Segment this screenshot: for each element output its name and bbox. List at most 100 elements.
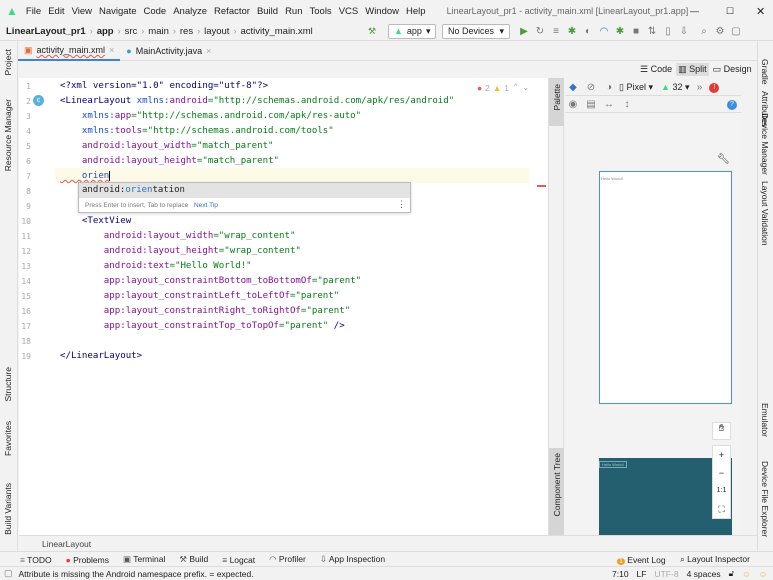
tool-device-file-explorer[interactable]: Device File Explorer [760,461,770,537]
completion-item[interactable]: android:orientation [79,183,410,198]
menu-refactor[interactable]: Refactor [214,6,250,17]
design-view-button[interactable]: ▭ Design [713,64,752,75]
tab-main-activity-java[interactable]: ● MainActivity.java × [120,42,217,61]
vertical-resize-icon[interactable]: ↕ [621,99,633,110]
view-options-eye-icon[interactable]: ◉ [567,99,579,110]
error-stripe-marker[interactable] [537,185,546,187]
tool-resource-manager[interactable]: Resource Manager [3,99,13,171]
menu-window[interactable]: Window [365,6,399,17]
zoom-to-fit-button[interactable]: ⛶ [713,500,730,518]
indent-setting[interactable]: 4 spaces [687,569,721,579]
sdk-manager-icon[interactable]: ⇩ [678,26,690,37]
theme-icon[interactable]: ◑ [603,82,615,93]
api-select[interactable]: ▲ 32 ▾ [661,82,689,93]
code-line[interactable]: android:layout_height="wrap_content" [60,244,301,259]
status-toggle-icon[interactable]: ▢ [4,568,13,579]
hello-world-blueprint[interactable]: Hello World! [599,461,627,468]
error-indicator-icon[interactable]: ! [709,82,720,93]
next-tip-link[interactable]: Next Tip [194,202,218,209]
coverage-icon[interactable]: ◐ [582,26,594,37]
code-line[interactable]: app:layout_constraintRight_toRightOf="pa… [60,304,350,319]
menu-view[interactable]: View [72,6,92,17]
layout-inspector-button[interactable]: ⌕ Layout Inspector [680,554,750,565]
code-line[interactable]: xmlns:tools="http://schemas.android.com/… [60,124,334,139]
code-line[interactable]: xmlns:app="http://schemas.android.com/ap… [60,109,361,124]
code-line[interactable]: <?xml version="1.0" encoding="utf-8"?> [60,79,268,94]
menu-analyze[interactable]: Analyze [173,6,207,17]
layers-icon[interactable]: ◆ [567,82,579,93]
hello-world-preview[interactable]: Hello World! [600,175,624,182]
help-icon[interactable]: ? [727,99,737,110]
breadcrumb-linearlayout[interactable]: LinearLayout [42,539,91,549]
component-tree-tab[interactable]: Component Tree [552,453,562,516]
menu-run[interactable]: Run [285,6,302,17]
wrench-icon[interactable]: 🔧︎ [717,154,730,165]
zoom-out-button[interactable]: − [713,464,730,482]
breadcrumb-item[interactable]: app [97,26,114,37]
account-icon[interactable]: ▢ [730,26,742,37]
tool-gradle[interactable]: Gradle [760,59,770,85]
code-editor[interactable]: 1 2 3 4 5 6 7 8 9 10 11 12 13 14 15 16 17 18 19 <?xml vers… [19,78,548,535]
tool-logcat[interactable]: ≡ Logcat [222,555,255,565]
tool-problems[interactable]: ● Problems [66,555,109,565]
search-icon[interactable]: ⌕ [698,26,710,37]
blueprint-icon[interactable]: ▤ [585,99,597,110]
run-icon[interactable]: ▶ [518,26,530,37]
tool-emulator[interactable]: Emulator [760,403,770,437]
sync-gradle-icon[interactable]: ⇅ [646,26,658,37]
previous-highlight-icon[interactable]: ⌃ [512,82,519,93]
memory-smile-icon[interactable]: ☺ [759,569,768,579]
menu-file[interactable]: File [26,6,41,17]
breadcrumb-item[interactable]: src [125,26,138,37]
code-line[interactable]: android:layout_width="match_parent" [60,139,274,154]
build-hammer-icon[interactable]: ⚒ [368,26,376,37]
menu-code[interactable]: Code [144,6,167,17]
attach-debugger-icon[interactable]: ✱ [614,26,626,37]
tab-activity-main-xml[interactable]: ▣ activity_main.xml × [18,42,121,61]
tool-app-inspection[interactable]: ⇩ App Inspection [320,554,385,565]
line-separator[interactable]: LF [637,569,647,579]
class-gutter-icon[interactable]: c [33,95,44,106]
menu-edit[interactable]: Edit [48,6,64,17]
tool-profiler[interactable]: ◠ Profiler [269,554,306,565]
settings-gear-icon[interactable]: ⚙ [714,26,726,37]
code-line[interactable]: android:layout_height="match_parent" [60,154,279,169]
event-log-button[interactable]: 1 Event Log [617,555,666,565]
breadcrumb-item[interactable]: activity_main.xml [240,26,312,37]
debug-icon[interactable]: ✱ [566,26,578,37]
menu-help[interactable]: Help [406,6,426,17]
code-line[interactable]: <TextView [60,214,131,229]
close-tab-icon[interactable]: × [109,45,114,55]
tool-favorites[interactable]: Favorites [3,421,13,456]
apply-code-changes-icon[interactable]: ≡ [550,26,562,37]
tool-build[interactable]: ⚒ Build [179,554,208,565]
horizontal-resize-icon[interactable]: ↔ [603,99,615,110]
breadcrumb-item[interactable]: res [180,26,193,37]
breadcrumb-item[interactable]: main [148,26,169,37]
tool-device-manager[interactable]: Device Manager [760,113,770,175]
pan-hand-button[interactable]: ✋︎ [712,422,731,440]
close-button[interactable]: ✕ [756,5,765,18]
menu-build[interactable]: Build [257,6,278,17]
code-line[interactable]: </LinearLayout> [60,349,142,364]
stop-icon[interactable]: ■ [630,26,642,37]
split-view-button[interactable]: ▥ Split [676,63,709,76]
tool-todo[interactable]: ≡ TODO [20,555,52,565]
code-line[interactable]: app:layout_constraintBottom_toBottomOf="… [60,274,361,289]
device-manager-icon[interactable]: ▯ [662,26,674,37]
minimize-button[interactable]: — [690,6,699,16]
tool-build-variants[interactable]: Build Variants [3,483,13,535]
breadcrumb-item[interactable]: LinearLayout_pr1 [6,26,86,37]
tool-project[interactable]: Project [3,49,13,75]
code-line[interactable]: app:layout_constraintTop_toTopOf="parent… [60,319,345,334]
overflow-icon[interactable]: » [693,82,705,93]
design-surface[interactable]: Hello World! [599,171,732,404]
inspection-widget[interactable]: ● 2 ▲ 1 ⌃ ⌄ [477,82,529,93]
zoom-reset-button[interactable]: 1:1 [713,482,730,500]
file-encoding[interactable]: UTF-8 [654,569,678,579]
maximize-button[interactable]: ☐ [726,6,734,17]
device-select[interactable]: ▯ Pixel ▾ [619,82,653,93]
apply-changes-icon[interactable]: ↻ [534,26,546,37]
tool-layout-validation[interactable]: Layout Validation [760,181,770,246]
code-line[interactable]: android:layout_width="wrap_content" [60,229,296,244]
